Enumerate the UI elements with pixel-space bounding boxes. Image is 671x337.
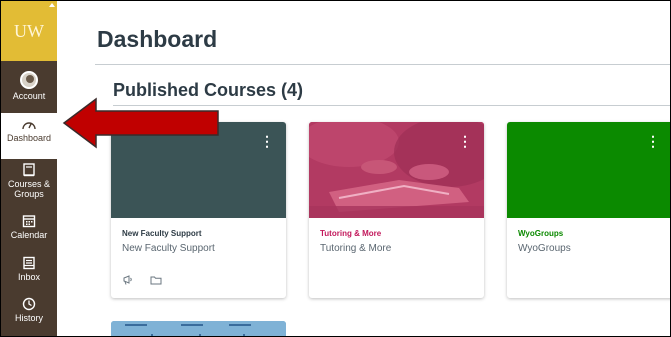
courses-icon <box>23 163 35 177</box>
course-card-partial[interactable] <box>111 321 286 337</box>
course-code: WyoGroups <box>518 243 571 254</box>
nav-item-label: Courses & Groups <box>7 179 51 199</box>
course-name[interactable]: New Faculty Support <box>122 229 202 238</box>
nav-item-label: History <box>14 313 43 323</box>
logo-text: UW <box>14 20 44 41</box>
course-card-wyogroups[interactable]: ⋮ WyoGroups WyoGroups <box>507 122 671 298</box>
announcements-icon[interactable] <box>122 274 134 286</box>
university-logo[interactable]: UW <box>1 1 57 61</box>
files-folder-icon[interactable] <box>150 274 162 286</box>
calendar-icon <box>22 215 36 228</box>
title-divider <box>95 64 671 65</box>
nav-item-label: Inbox <box>17 272 41 282</box>
course-name[interactable]: WyoGroups <box>518 229 563 238</box>
nav-item-dashboard[interactable]: Dashboard <box>1 113 57 159</box>
course-name[interactable]: Tutoring & More <box>320 229 381 238</box>
card-action-icons <box>122 274 162 286</box>
course-card-tutoring-and-more[interactable]: ⋮ Tutoring & More Tutoring & More <box>309 122 484 298</box>
dashboard-icon <box>22 122 36 130</box>
card-options-kebab-icon[interactable]: ⋮ <box>458 134 472 148</box>
global-nav: UW Account Dashboard Courses & Groups Ca… <box>1 1 57 336</box>
course-card-hero-image <box>111 321 286 337</box>
nav-item-account[interactable]: Account <box>1 67 57 113</box>
nav-item-label: Dashboard <box>6 133 52 143</box>
nav-item-label: Account <box>12 91 46 101</box>
inbox-icon <box>23 256 35 270</box>
history-icon <box>22 297 36 311</box>
course-code: Tutoring & More <box>320 243 392 254</box>
nav-item-history[interactable]: History <box>1 293 57 337</box>
nav-item-inbox[interactable]: Inbox <box>1 252 57 298</box>
avatar-icon <box>20 71 38 89</box>
nav-item-label: Calendar <box>10 230 48 240</box>
course-code: New Faculty Support <box>122 243 215 254</box>
collapse-nav-icon[interactable] <box>49 3 55 7</box>
nav-item-courses[interactable]: Courses & Groups <box>1 159 57 205</box>
card-options-kebab-icon[interactable]: ⋮ <box>646 134 660 148</box>
page-title: Dashboard <box>97 26 218 52</box>
nav-item-calendar[interactable]: Calendar <box>1 210 57 256</box>
annotation-arrow <box>62 97 219 149</box>
card-options-kebab-icon[interactable]: ⋮ <box>260 134 274 148</box>
